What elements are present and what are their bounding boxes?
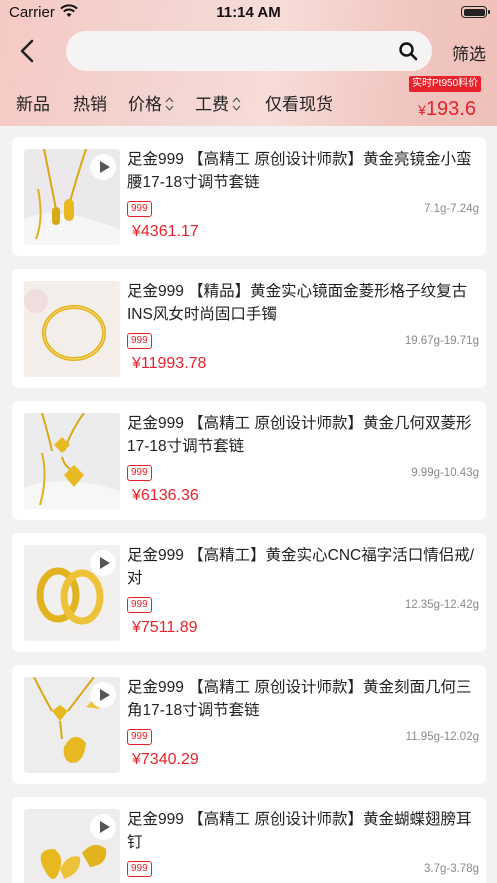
product-title: 足金999 【高精工】黄金实心CNC福字活口情侣戒/对 — [127, 547, 475, 587]
nav-labor-fee-label: 工费 — [195, 95, 229, 114]
product-card[interactable]: 足金999 【高精工 原创设计师款】黄金亮镜金小蛮腰17-18寸调节套链 999… — [12, 137, 486, 256]
product-weight: 12.35g-12.42g — [404, 599, 479, 611]
product-price: ¥6136.36 — [132, 487, 199, 504]
product-price: ¥7511.89 — [132, 619, 198, 636]
product-weight: 3.7g-3.78g — [424, 863, 479, 875]
status-bar: Carrier 11:14 AM — [0, 0, 497, 26]
purity-badge: 999 — [127, 201, 152, 217]
product-weight: 9.99g-10.43g — [411, 467, 479, 479]
product-image — [24, 281, 120, 377]
nav-hot[interactable]: 热销 — [73, 90, 107, 115]
nav-price[interactable]: 价格 — [128, 90, 174, 115]
sort-arrows-icon — [165, 96, 174, 111]
nav-price-label: 价格 — [128, 95, 162, 114]
live-price-tag: 实时Pt950料价 — [409, 76, 482, 92]
product-image — [24, 413, 120, 509]
purity-badge: 999 — [127, 861, 152, 877]
currency-symbol: ¥ — [418, 102, 426, 118]
play-video-icon[interactable] — [90, 814, 116, 840]
product-weight: 11.95g-12.02g — [405, 731, 479, 743]
search-input[interactable] — [80, 31, 380, 71]
purity-badge: 999 — [127, 729, 152, 745]
purity-badge: 999 — [127, 597, 152, 613]
back-arrow-icon[interactable] — [14, 36, 42, 66]
product-price: ¥7340.29 — [132, 751, 199, 768]
product-title: 足金999 【高精工 原创设计师款】黄金几何双菱形17-18寸调节套链 — [127, 415, 472, 455]
purity-badge: 999 — [127, 465, 152, 481]
battery-icon — [461, 6, 490, 18]
product-card[interactable]: 足金999 【高精工 原创设计师款】黄金几何双菱形17-18寸调节套链 999 … — [12, 401, 486, 520]
nav-labor-fee[interactable]: 工费 — [195, 90, 241, 115]
product-price: ¥11993.78 — [132, 355, 207, 372]
sort-arrows-icon — [232, 96, 241, 111]
product-card[interactable]: 足金999 【高精工 原创设计师款】黄金蝴蝶翅膀耳钉 999 3.7g-3.78… — [12, 797, 486, 883]
product-weight: 19.67g-19.71g — [404, 335, 479, 347]
filter-button[interactable]: 筛选 — [452, 40, 486, 65]
live-price-value: ¥193.6 — [418, 98, 476, 121]
product-title: 足金999 【高精工 原创设计师款】黄金蝴蝶翅膀耳钉 — [127, 811, 472, 851]
product-card[interactable]: 足金999 【精品】黄金实心镜面金菱形格子纹复古INS风女时尚固口手镯 999 … — [12, 269, 486, 388]
product-title: 足金999 【高精工 原创设计师款】黄金亮镜金小蛮腰17-18寸调节套链 — [127, 151, 472, 191]
product-price: ¥4361.17 — [132, 223, 199, 240]
play-video-icon[interactable] — [90, 682, 116, 708]
product-card[interactable]: 足金999 【高精工 原创设计师款】黄金刻面几何三角17-18寸调节套链 999… — [12, 665, 486, 784]
product-title: 足金999 【高精工 原创设计师款】黄金刻面几何三角17-18寸调节套链 — [127, 679, 472, 719]
purity-badge: 999 — [127, 333, 152, 349]
product-weight: 7.1g-7.24g — [424, 203, 479, 215]
clock-time: 11:14 AM — [216, 4, 281, 21]
search-icon[interactable] — [398, 41, 418, 61]
play-video-icon[interactable] — [90, 154, 116, 180]
nav-in-stock[interactable]: 仅看现货 — [265, 90, 333, 115]
product-card[interactable]: 足金999 【高精工】黄金实心CNC福字活口情侣戒/对 999 12.35g-1… — [12, 533, 486, 652]
play-video-icon[interactable] — [90, 550, 116, 576]
live-price-number: 193.6 — [425, 98, 476, 120]
nav-new[interactable]: 新品 — [16, 90, 50, 115]
search-bar[interactable] — [66, 31, 432, 71]
product-title: 足金999 【精品】黄金实心镜面金菱形格子纹复古INS风女时尚固口手镯 — [127, 283, 468, 323]
